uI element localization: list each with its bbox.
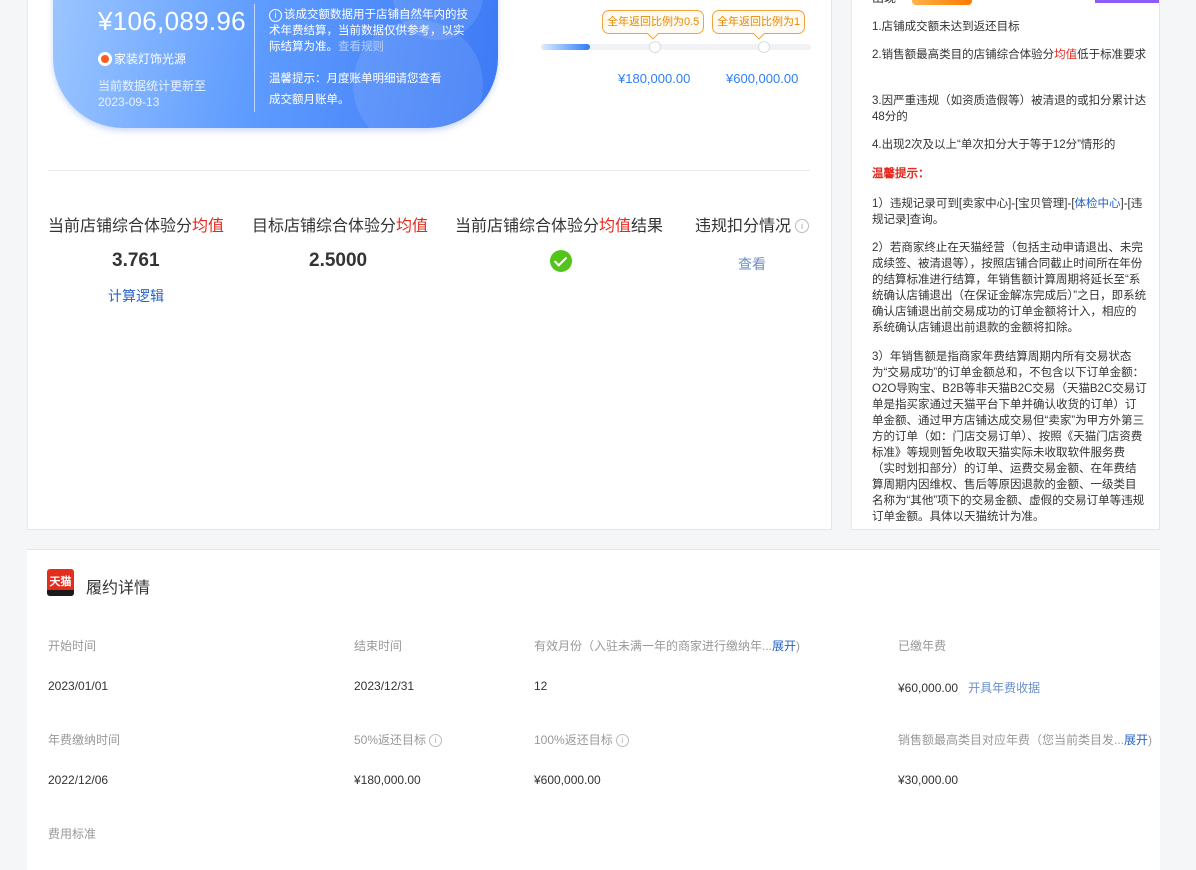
category-tag: 家装灯饰光源	[98, 50, 186, 67]
issue-receipt-link[interactable]: 开具年费收据	[968, 681, 1040, 695]
fulfillment-title: 履约详情	[86, 580, 151, 597]
progress-node-full	[758, 41, 770, 53]
data-note: i 该成交额数据用于店铺自然年内的技术年费结算，当前数据仅供参考，以实际结算为准。…	[269, 7, 469, 55]
paid-fee-value: ¥60,000.00 开具年费收据	[898, 681, 1041, 695]
health-center-link[interactable]: 体检中心	[1075, 198, 1121, 210]
rules-panel: 出现 1.店铺成交额未达到返还目标 2.销售额最高类目的店铺综合体验分均值低于标…	[851, 0, 1160, 530]
info-icon[interactable]: i	[615, 734, 629, 747]
target-full-value: ¥600,000.00	[726, 71, 799, 86]
check-circle-icon	[550, 250, 572, 272]
tip-2: 2）若商家终止在天猫经营（包括主动申请退出、未完成续签、被清退等），按照店铺合同…	[872, 242, 1147, 334]
badge-full-return: 全年返回比例为1	[712, 10, 806, 34]
violation-label: 违规扣分情况 i	[695, 212, 810, 236]
half-return-target-label: 50%返还目标 i	[354, 731, 443, 748]
category-icon	[98, 51, 112, 66]
update-date: 2023-09-13	[98, 95, 160, 109]
paid-fee-label: 已缴年费	[898, 639, 947, 653]
rule-item-3: 3.因严重违规（如资质造假等）被清退的或扣分累计达48分的	[872, 95, 1147, 123]
rule-item-1: 1.店铺成交额未达到返还目标	[872, 21, 1020, 33]
start-time-value: 2023/01/01	[48, 679, 109, 693]
sales-amount: ¥106,089.96	[98, 6, 246, 36]
rule-item-2: 2.销售额最高类目的店铺综合体验分均值低于标准要求	[872, 49, 1147, 61]
monthly-bill-tip: 温馨提示：月度账单明细请您查看成交额月账单。	[269, 73, 442, 106]
fee-paytime-label: 年费缴纳时间	[48, 733, 121, 747]
end-time-label: 结束时间	[354, 639, 403, 653]
calc-logic-link[interactable]: 计算逻辑	[108, 286, 164, 306]
target-half-value: ¥180,000.00	[618, 71, 691, 86]
fulfillment-card	[27, 549, 1160, 870]
half-return-target-value: ¥180,000.00	[354, 773, 421, 787]
target-score-label: 目标店铺综合体验分均值	[252, 218, 429, 235]
section-divider	[48, 170, 810, 171]
progress-fill	[541, 44, 590, 50]
info-icon: i	[269, 9, 282, 22]
valid-months-label: 有效月份（入驻未满一年的商家进行缴纳年...展开)	[534, 639, 801, 653]
tip-3: 3）年销售额是指商家年费结算周期内所有交易状态为“交易成功”的订单金额总和，不包…	[872, 351, 1147, 523]
expand-months-link[interactable]: 展开	[772, 639, 796, 653]
tmall-logo: 天猫	[47, 569, 74, 596]
warm-tip-title: 温馨提示：	[872, 168, 930, 180]
sales-amount-banner: ¥106,089.96 家装灯饰光源 当前数据统计更新至 2023-09-13 …	[53, 0, 498, 128]
category-name: 家装灯饰光源	[114, 52, 187, 66]
update-label: 当前数据统计更新至	[98, 79, 207, 93]
top-category-fee-label: 销售额最高类目对应年费（您当前类目发...展开)	[898, 733, 1153, 747]
end-time-value: 2023/12/31	[354, 679, 415, 693]
rule-item-4: 4.出现2次及以上“单次扣分大于等于12分”情形的	[872, 139, 1116, 151]
update-info: 当前数据统计更新至 2023-09-13	[98, 78, 238, 110]
score-result-label: 当前店铺综合体验分均值结果	[455, 218, 664, 235]
info-icon[interactable]: i	[429, 734, 443, 747]
target-score-value: 2.5000	[309, 250, 368, 271]
current-score-value: 3.761	[112, 250, 160, 271]
current-score-label: 当前店铺综合体验分均值	[48, 218, 225, 235]
progress-node-half	[649, 41, 661, 53]
top-category-fee-value: ¥30,000.00	[898, 773, 959, 787]
expand-category-link[interactable]: 展开	[1124, 733, 1148, 747]
full-return-target-value: ¥600,000.00	[534, 773, 601, 787]
rules-clipped-text: 出现	[872, 0, 896, 6]
badge-half-return: 全年返回比例为0.5	[602, 10, 705, 34]
view-rules-link[interactable]: 查看规则	[338, 41, 384, 53]
info-icon[interactable]: i	[795, 219, 810, 233]
tip-1: 1）违规记录可到[卖家中心]-[宝贝管理]-[体检中心]-[违规记录]查询。	[872, 198, 1143, 226]
promo-banner	[912, 0, 972, 5]
banner-divider	[254, 4, 255, 112]
start-time-label: 开始时间	[48, 639, 97, 653]
promo-strip	[1095, 0, 1159, 3]
valid-months-value: 12	[534, 679, 548, 693]
fee-standard-label: 费用标准	[48, 827, 97, 841]
full-return-target-label: 100%返还目标 i	[534, 731, 629, 748]
fee-paytime-value: 2022/12/06	[48, 773, 109, 787]
view-violations-link[interactable]: 查看	[738, 254, 766, 274]
progress-track	[541, 44, 811, 50]
